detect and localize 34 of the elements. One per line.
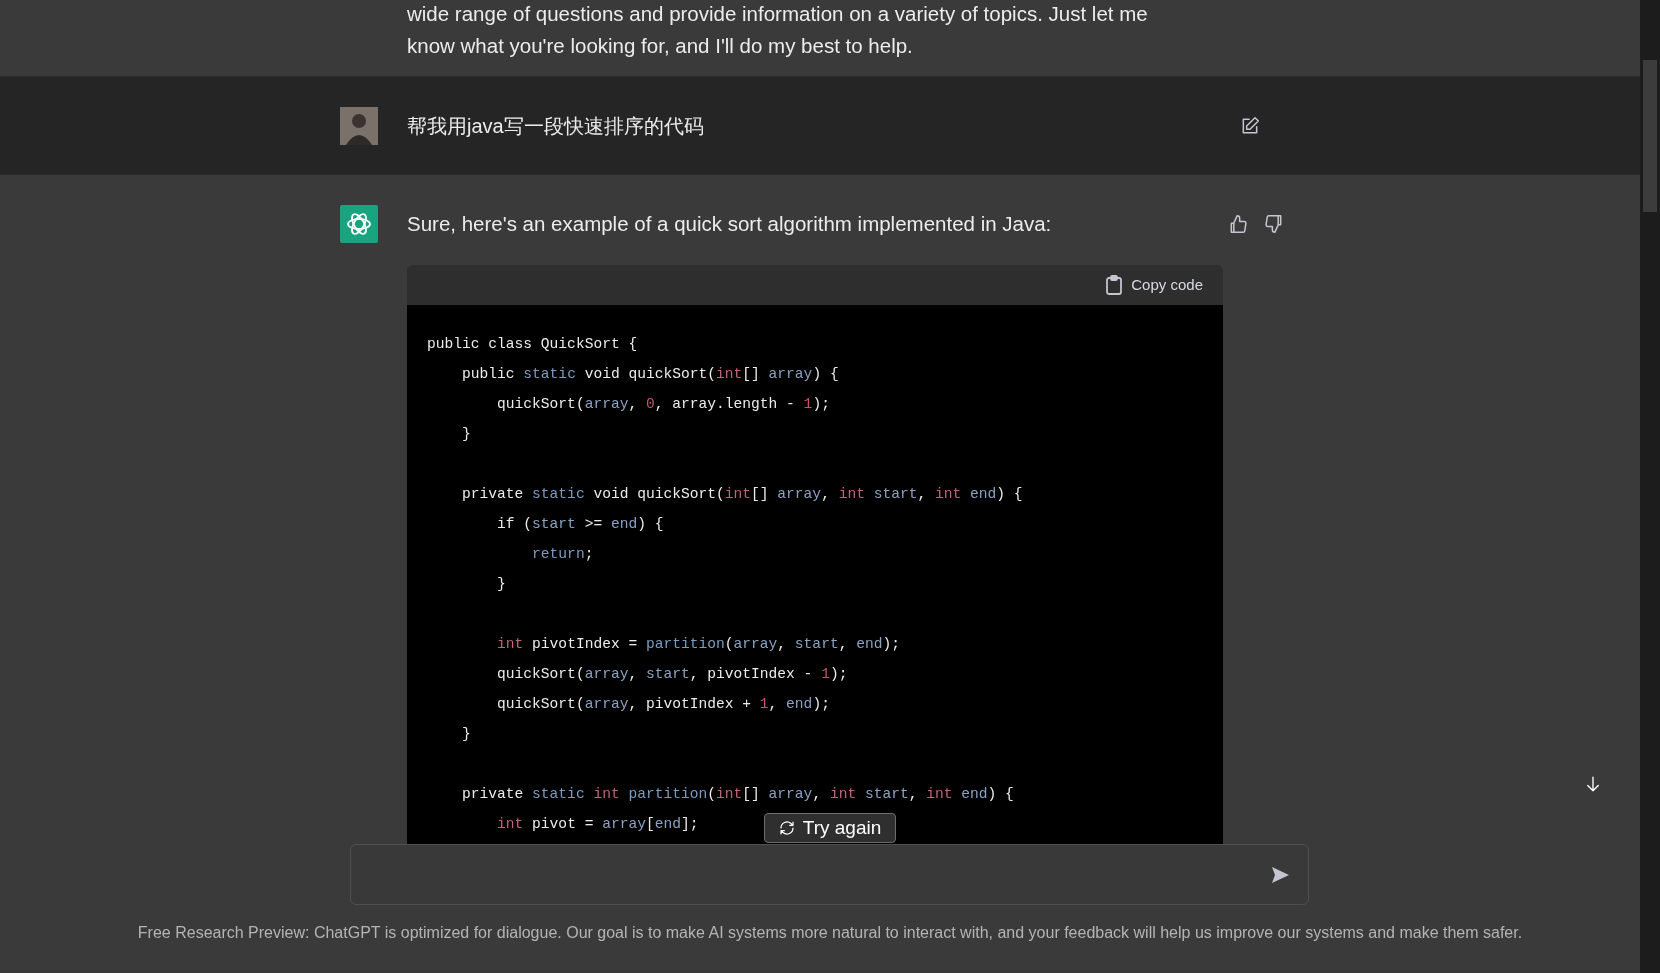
- assistant-logo-icon: [340, 205, 378, 243]
- code-line: private static int partition(int[] array, int start, int end) {: [461, 785, 1014, 804]
- thumbs-down-icon[interactable]: [1264, 214, 1284, 234]
- assistant-message: Sure, here's an example of a quick sort algorithm implemented in Java:: [407, 210, 1053, 237]
- clipboard-icon: [1105, 275, 1124, 295]
- code-line: quickSort(array, 0, array.length - 1);: [496, 395, 830, 414]
- thumbs-up-icon[interactable]: [1228, 214, 1248, 234]
- scrollbar-thumb[interactable]: [1643, 60, 1657, 212]
- code-line: }: [461, 725, 471, 744]
- message-input-field[interactable]: [350, 844, 1309, 905]
- code-line: if (start >= end) {: [496, 515, 664, 534]
- code-line: return;: [531, 545, 594, 564]
- code-line: quickSort(array, start, pivotIndex - 1);: [496, 665, 848, 684]
- disclaimer-text: Free Research Preview: ChatGPT is optimized for dialogue. Our goal is to make AI systems more natural to interact with, and your feedback will help us improve our systems and make them safer.: [137, 924, 1523, 941]
- code-line: int pivotIndex = partition(array, start, end);: [496, 635, 900, 654]
- code-line: }: [496, 575, 506, 594]
- code-line: private static void quickSort(int[] array, int start, int end) {: [461, 485, 1023, 504]
- code-line: public static void quickSort(int[] array) {: [461, 365, 839, 384]
- try-again-button[interactable]: Try again: [763, 813, 897, 843]
- user-message: 帮我用java写一段快速排序的代码: [407, 113, 705, 139]
- reply-text-line: wide range of questions and provide information on a variety of topics. Just let me: [407, 1, 1149, 27]
- edit-icon[interactable]: [1240, 115, 1260, 136]
- scroll-down-button[interactable]: [1584, 775, 1602, 793]
- arrow-down-icon: [1584, 775, 1602, 793]
- code-line: }: [461, 425, 471, 444]
- send-icon[interactable]: [1270, 864, 1290, 885]
- reply-text-line: know what you're looking for, and I'll do my best to help.: [407, 33, 914, 59]
- code-line: quickSort(array, pivotIndex + 1, end);: [496, 695, 830, 714]
- code-line: public class QuickSort {: [427, 335, 638, 354]
- refresh-icon: [778, 820, 795, 837]
- scrollbar[interactable]: [1640, 0, 1660, 973]
- copy-code-button[interactable]: Copy code: [1105, 273, 1203, 297]
- code-line: int pivot = array[end];: [496, 815, 699, 834]
- user-avatar: [340, 106, 378, 145]
